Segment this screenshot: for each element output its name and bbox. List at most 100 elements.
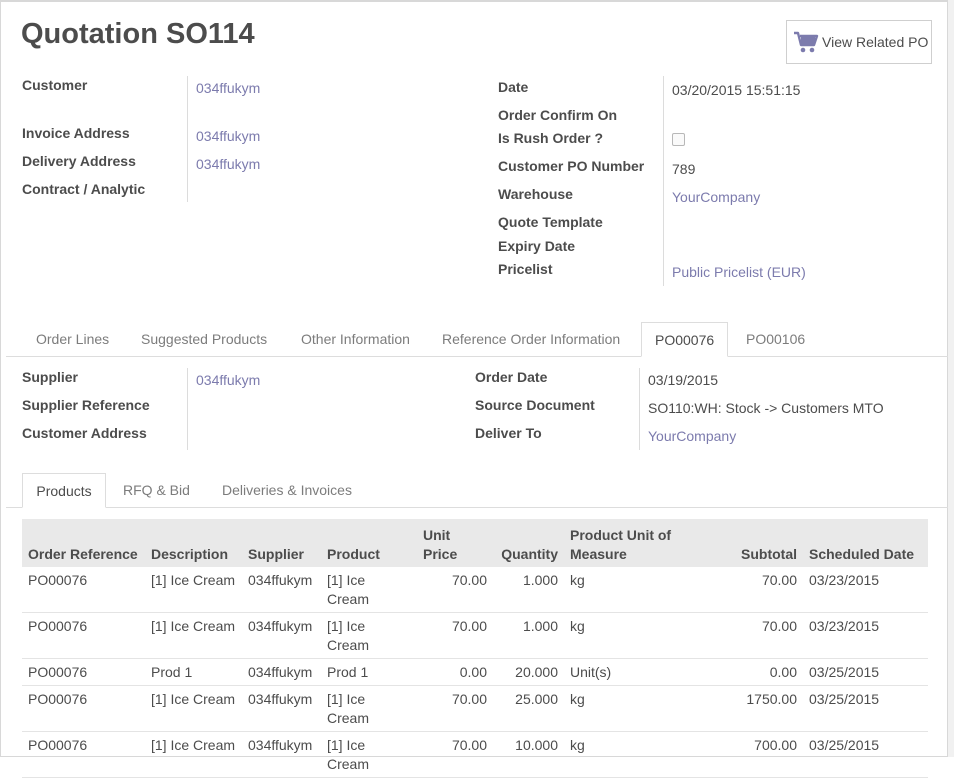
delivery-address-label: Delivery Address bbox=[22, 153, 136, 169]
cell-unit-price: 70.00 bbox=[417, 685, 493, 732]
tab-reference-order-information[interactable]: Reference Order Information bbox=[429, 322, 633, 356]
table-row[interactable]: PO00076 Prod 1 034ffukym Prod 1 0.00 20.… bbox=[22, 658, 928, 686]
order-confirm-on-label: Order Confirm On bbox=[498, 107, 618, 123]
supplier-label: Supplier bbox=[22, 369, 79, 385]
cell-order-reference: PO00076 bbox=[22, 658, 145, 686]
col-description[interactable]: Description bbox=[145, 519, 242, 567]
cell-subtotal: 700.00 bbox=[708, 731, 803, 778]
page-title: Quotation SO114 bbox=[21, 18, 255, 50]
expiry-date-label: Expiry Date bbox=[498, 238, 576, 254]
cell-unit-price: 70.00 bbox=[417, 567, 493, 613]
customer-po-number-label: Customer PO Number bbox=[498, 158, 645, 174]
cell-description: [1] Ice Cream bbox=[145, 685, 242, 732]
field-divider bbox=[187, 76, 188, 202]
order-date-label: Order Date bbox=[475, 369, 548, 385]
cell-description: [1] Ice Cream bbox=[145, 731, 242, 778]
customer-address-label: Customer Address bbox=[22, 425, 147, 441]
cell-supplier: 034ffukym bbox=[242, 612, 321, 659]
cell-uom: kg bbox=[564, 567, 708, 613]
deliver-to-value[interactable]: YourCompany bbox=[648, 428, 736, 444]
warehouse-value[interactable]: YourCompany bbox=[672, 189, 760, 205]
col-quantity[interactable]: Quantity bbox=[493, 519, 564, 567]
tab-order-lines[interactable]: Order Lines bbox=[23, 322, 122, 356]
deliver-to-label: Deliver To bbox=[475, 425, 542, 441]
source-document-label: Source Document bbox=[475, 397, 595, 413]
source-document-value: SO110:WH: Stock -> Customers MTO bbox=[648, 400, 884, 416]
cell-description: Prod 1 bbox=[145, 658, 242, 686]
date-value: 03/20/2015 15:51:15 bbox=[672, 82, 801, 98]
cell-product: [1] Ice Cream bbox=[321, 685, 417, 732]
tab-deliveries-invoices[interactable]: Deliveries & Invoices bbox=[209, 473, 365, 507]
cell-supplier: 034ffukym bbox=[242, 658, 321, 686]
cell-quantity: 1.000 bbox=[493, 612, 564, 659]
table-row[interactable]: PO00076 [1] Ice Cream 034ffukym [1] Ice … bbox=[22, 567, 928, 613]
cell-product: Prod 1 bbox=[321, 658, 417, 686]
cell-supplier: 034ffukym bbox=[242, 731, 321, 778]
cell-order-reference: PO00076 bbox=[22, 612, 145, 659]
supplier-value[interactable]: 034ffukym bbox=[196, 372, 260, 388]
col-uom[interactable]: Product Unit of Measure bbox=[564, 519, 708, 567]
customer-po-number-value: 789 bbox=[672, 161, 696, 177]
view-related-po-button[interactable]: View Related PO bbox=[786, 20, 932, 64]
cell-product: [1] Ice Cream bbox=[321, 567, 417, 613]
is-rush-order-checkbox[interactable] bbox=[672, 133, 685, 146]
pricelist-label: Pricelist bbox=[498, 261, 553, 277]
cell-scheduled-date: 03/25/2015 bbox=[803, 685, 928, 732]
warehouse-label: Warehouse bbox=[498, 186, 573, 202]
po-sub-tabs: Products RFQ & Bid Deliveries & Invoices bbox=[6, 473, 948, 508]
table-header-row: Order Reference Description Supplier Pro… bbox=[22, 519, 928, 567]
field-divider bbox=[639, 368, 640, 450]
cell-subtotal: 70.00 bbox=[708, 567, 803, 613]
table-row[interactable]: PO00076 [1] Ice Cream 034ffukym [1] Ice … bbox=[22, 731, 928, 778]
quote-template-label: Quote Template bbox=[498, 214, 603, 230]
main-tabs: Order Lines Suggested Products Other Inf… bbox=[6, 322, 948, 357]
tab-suggested-products[interactable]: Suggested Products bbox=[128, 322, 280, 356]
col-scheduled-date[interactable]: Scheduled Date bbox=[803, 519, 928, 567]
cell-supplier: 034ffukym bbox=[242, 567, 321, 613]
cell-subtotal: 1750.00 bbox=[708, 685, 803, 732]
cell-subtotal: 0.00 bbox=[708, 658, 803, 686]
col-supplier[interactable]: Supplier bbox=[242, 519, 321, 567]
cell-quantity: 25.000 bbox=[493, 685, 564, 732]
cell-uom: Unit(s) bbox=[564, 658, 708, 686]
cell-quantity: 10.000 bbox=[493, 731, 564, 778]
tab-po00076[interactable]: PO00076 bbox=[641, 322, 729, 357]
field-divider bbox=[187, 368, 188, 450]
tab-other-information[interactable]: Other Information bbox=[288, 322, 423, 356]
cell-scheduled-date: 03/23/2015 bbox=[803, 612, 928, 659]
cell-uom: kg bbox=[564, 685, 708, 732]
col-order-reference[interactable]: Order Reference bbox=[22, 519, 145, 567]
field-divider bbox=[663, 76, 664, 286]
delivery-address-value[interactable]: 034ffukym bbox=[196, 156, 260, 172]
is-rush-order-label: Is Rush Order ? bbox=[498, 130, 604, 146]
tab-po00106[interactable]: PO00106 bbox=[733, 322, 818, 356]
cell-product: [1] Ice Cream bbox=[321, 731, 417, 778]
col-subtotal[interactable]: Subtotal bbox=[708, 519, 803, 567]
col-unit-price[interactable]: Unit Price bbox=[417, 519, 493, 567]
table-row[interactable]: PO00076 [1] Ice Cream 034ffukym [1] Ice … bbox=[22, 685, 928, 732]
cell-scheduled-date: 03/25/2015 bbox=[803, 658, 928, 686]
cell-unit-price: 70.00 bbox=[417, 731, 493, 778]
cell-description: [1] Ice Cream bbox=[145, 567, 242, 613]
customer-label: Customer bbox=[22, 77, 88, 93]
date-label: Date bbox=[498, 79, 529, 95]
col-product[interactable]: Product bbox=[321, 519, 417, 567]
invoice-address-value[interactable]: 034ffukym bbox=[196, 128, 260, 144]
table-row[interactable]: PO00076 [1] Ice Cream 034ffukym [1] Ice … bbox=[22, 612, 928, 659]
cell-uom: kg bbox=[564, 731, 708, 778]
pricelist-value[interactable]: Public Pricelist (EUR) bbox=[672, 264, 806, 280]
tab-rfq-bid[interactable]: RFQ & Bid bbox=[110, 473, 203, 507]
cell-subtotal: 70.00 bbox=[708, 612, 803, 659]
cell-order-reference: PO00076 bbox=[22, 567, 145, 613]
order-date-value: 03/19/2015 bbox=[648, 372, 719, 388]
cell-uom: kg bbox=[564, 612, 708, 659]
cell-scheduled-date: 03/23/2015 bbox=[803, 567, 928, 613]
cell-supplier: 034ffukym bbox=[242, 685, 321, 732]
invoice-address-label: Invoice Address bbox=[22, 125, 130, 141]
cell-quantity: 20.000 bbox=[493, 658, 564, 686]
cell-quantity: 1.000 bbox=[493, 567, 564, 613]
customer-value[interactable]: 034ffukym bbox=[196, 80, 260, 96]
tab-products[interactable]: Products bbox=[22, 473, 106, 508]
scrollbar[interactable] bbox=[948, 0, 954, 757]
cell-unit-price: 0.00 bbox=[417, 658, 493, 686]
